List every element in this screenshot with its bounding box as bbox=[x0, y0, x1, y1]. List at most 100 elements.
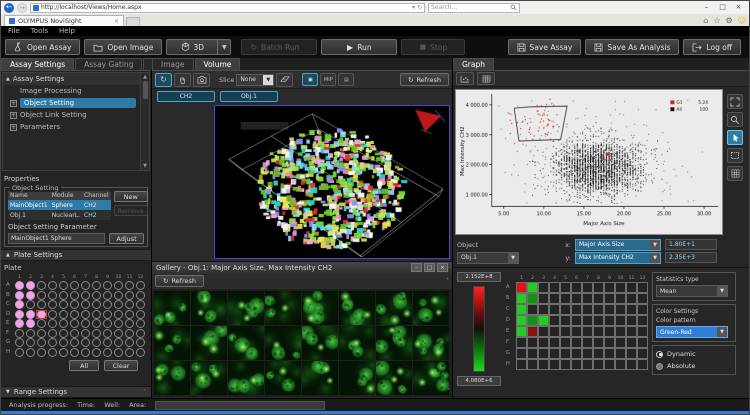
well-H7[interactable] bbox=[80, 348, 91, 358]
well-H10[interactable] bbox=[113, 348, 124, 358]
well-A9[interactable] bbox=[102, 281, 113, 291]
well-H5[interactable] bbox=[58, 348, 69, 358]
well-A1[interactable] bbox=[14, 281, 25, 291]
snapshot-tool-button[interactable] bbox=[193, 73, 210, 87]
well-G5[interactable] bbox=[58, 338, 69, 348]
gallery-thumbnail[interactable] bbox=[302, 361, 338, 395]
refresh-page-icon[interactable]: ↻ bbox=[417, 4, 422, 11]
well-C6[interactable] bbox=[69, 300, 80, 310]
gallery-thumbnail[interactable] bbox=[339, 291, 375, 325]
well-E11[interactable] bbox=[124, 319, 135, 329]
well-C1[interactable] bbox=[14, 300, 25, 310]
color-pattern-select[interactable]: Green-Red▼ bbox=[656, 326, 728, 338]
well-C2[interactable] bbox=[25, 300, 36, 310]
well-G9[interactable] bbox=[102, 338, 113, 348]
gallery-thumbnail[interactable] bbox=[339, 326, 375, 360]
plate-settings-header[interactable]: ▲ Plate Settings bbox=[1, 249, 151, 261]
well-B9[interactable] bbox=[102, 291, 113, 301]
well-E6[interactable] bbox=[69, 319, 80, 329]
expander-plus-icon[interactable]: + bbox=[10, 112, 17, 119]
well-D5[interactable] bbox=[58, 310, 69, 320]
well-B8[interactable] bbox=[91, 291, 102, 301]
browser-url-field[interactable]: http://localhost/Views/Home.aspx ▾ ↻ bbox=[30, 3, 425, 13]
open-image-button[interactable]: Open Image bbox=[84, 39, 162, 55]
3d-mode-button[interactable]: 3D bbox=[166, 39, 218, 55]
adjust-button[interactable]: Adjust bbox=[109, 233, 144, 244]
dynamic-radio[interactable]: Dynamic bbox=[656, 349, 732, 359]
y-feature-select[interactable]: Max Intensity CH2▼ bbox=[575, 252, 661, 264]
absolute-radio[interactable]: Absolute bbox=[656, 361, 732, 371]
url-dropdown-icon[interactable]: ▾ bbox=[412, 4, 415, 11]
expander-plus-icon[interactable]: + bbox=[10, 100, 17, 107]
well-D11[interactable] bbox=[124, 310, 135, 320]
menu-file[interactable]: File bbox=[8, 27, 20, 35]
well-E9[interactable] bbox=[102, 319, 113, 329]
tab-assay-gating[interactable]: Assay Gating bbox=[75, 58, 142, 70]
new-tab-button[interactable] bbox=[126, 17, 140, 26]
scroll-down-chevron-icon[interactable]: ˅ bbox=[447, 388, 450, 395]
gallery-close-button[interactable]: × bbox=[437, 263, 448, 272]
scroll-down-chevron-icon[interactable]: ˅ bbox=[143, 389, 146, 396]
well-B11[interactable] bbox=[124, 291, 135, 301]
well-D6[interactable] bbox=[69, 310, 80, 320]
well-F2[interactable] bbox=[25, 329, 36, 339]
run-button[interactable]: ▶ Run bbox=[321, 39, 397, 55]
well-D7[interactable] bbox=[80, 310, 91, 320]
table-row[interactable]: MainObject1 Sphere CH2 bbox=[8, 200, 111, 210]
well-F1[interactable] bbox=[14, 329, 25, 339]
well-B10[interactable] bbox=[113, 291, 124, 301]
well-F10[interactable] bbox=[113, 329, 124, 339]
well-A6[interactable] bbox=[69, 281, 80, 291]
zoom-tool-button[interactable] bbox=[727, 112, 743, 127]
tab-volume[interactable]: Volume bbox=[195, 58, 241, 70]
slice-select[interactable]: None▼ bbox=[236, 74, 274, 86]
tab-graph[interactable]: Graph bbox=[453, 58, 494, 70]
well-E3[interactable] bbox=[36, 319, 47, 329]
well-H12[interactable] bbox=[135, 348, 146, 358]
well-G11[interactable] bbox=[124, 338, 135, 348]
well-C5[interactable] bbox=[58, 300, 69, 310]
scroll-up-chevron-icon[interactable]: ˄ bbox=[446, 278, 449, 285]
well-B4[interactable] bbox=[47, 291, 58, 301]
well-G2[interactable] bbox=[25, 338, 36, 348]
tree-item-image-processing[interactable]: Image Processing bbox=[3, 85, 149, 97]
well-D1[interactable] bbox=[14, 310, 25, 320]
plate-all-button[interactable]: All bbox=[69, 360, 99, 371]
save-assay-button[interactable]: Save Assay bbox=[508, 39, 582, 55]
rect-select-tool-button[interactable] bbox=[727, 148, 743, 163]
minimize-button[interactable]: – bbox=[699, 3, 714, 13]
plate-clear-button[interactable]: Clear bbox=[104, 360, 138, 371]
well-F3[interactable] bbox=[36, 329, 47, 339]
gallery-thumbnail[interactable] bbox=[265, 326, 301, 360]
well-D9[interactable] bbox=[102, 310, 113, 320]
well-H1[interactable] bbox=[14, 348, 25, 358]
save-as-analysis-button[interactable]: Save As Analysis bbox=[585, 39, 679, 55]
fit-view-button[interactable] bbox=[727, 94, 743, 109]
well-D4[interactable] bbox=[47, 310, 58, 320]
gallery-thumbnail[interactable] bbox=[413, 326, 449, 360]
well-D2[interactable] bbox=[25, 310, 36, 320]
well-A3[interactable] bbox=[36, 281, 47, 291]
well-C3[interactable] bbox=[36, 300, 47, 310]
well-E4[interactable] bbox=[47, 319, 58, 329]
gallery-refresh-button[interactable]: ↻ Refresh bbox=[155, 275, 204, 287]
gallery-thumbnail[interactable] bbox=[154, 361, 190, 395]
well-F12[interactable] bbox=[135, 329, 146, 339]
render-mode-mip-button[interactable]: MIP bbox=[320, 73, 336, 86]
well-B2[interactable] bbox=[25, 291, 36, 301]
well-H2[interactable] bbox=[25, 348, 36, 358]
well-A10[interactable] bbox=[113, 281, 124, 291]
well-F4[interactable] bbox=[47, 329, 58, 339]
object-select[interactable]: Obj.1▼ bbox=[457, 252, 519, 264]
well-F6[interactable] bbox=[69, 329, 80, 339]
well-E5[interactable] bbox=[58, 319, 69, 329]
browser-search-input[interactable]: Search... bbox=[428, 3, 520, 13]
well-D3[interactable] bbox=[36, 310, 47, 320]
tab-assay-settings[interactable]: Assay Settings bbox=[1, 58, 74, 70]
well-A12[interactable] bbox=[135, 281, 146, 291]
log-off-button[interactable]: Log off bbox=[683, 39, 741, 55]
menu-help[interactable]: Help bbox=[59, 27, 75, 35]
tree-root-assay-settings[interactable]: ▲ Assay Settings bbox=[3, 73, 149, 85]
collapse-triangle-icon[interactable]: ▲ bbox=[6, 76, 10, 82]
gallery-thumbnail[interactable] bbox=[413, 361, 449, 395]
